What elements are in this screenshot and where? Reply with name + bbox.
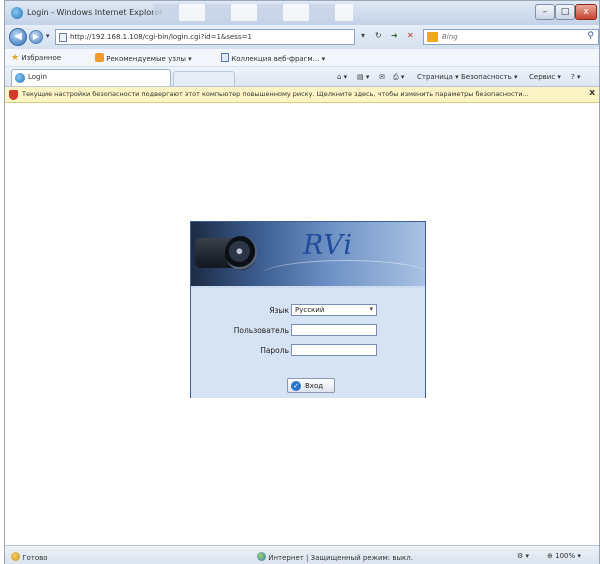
suggested-sites-icon — [95, 53, 104, 62]
browser-window: Login - Windows Internet Explorer – □ x … — [4, 0, 600, 564]
username-field[interactable] — [291, 324, 377, 336]
address-row: ◀ ▶ ▾ ▾ ↻ ➜ ✕ ⚲ — [5, 25, 599, 49]
zoom-chevron-icon: ▾ — [577, 552, 581, 560]
chevron-down-icon: ▾ — [369, 305, 373, 313]
protected-mode-icon[interactable]: ⚙ ▾ — [517, 552, 529, 560]
print-button[interactable]: ⎙ ▾ — [393, 73, 404, 82]
bing-icon — [427, 32, 438, 42]
address-bar — [55, 29, 355, 45]
user-row: Пользователь — [191, 324, 425, 338]
new-tab-button[interactable] — [173, 71, 235, 86]
search-box: ⚲ — [423, 29, 599, 45]
star-icon: ★ — [11, 53, 20, 63]
language-select[interactable]: Русский ▾ — [291, 304, 377, 316]
tab-label: Login — [28, 73, 47, 81]
login-panel: RVi Язык Русский ▾ Пользователь Пароль ✓… — [190, 221, 426, 398]
page-content: RVi Язык Русский ▾ Пользователь Пароль ✓… — [5, 104, 599, 545]
refresh-icon[interactable]: ↻ — [375, 31, 382, 40]
status-text: Готово — [11, 552, 48, 562]
check-icon: ✓ — [291, 381, 301, 391]
user-label: Пользователь — [233, 326, 289, 335]
page-favicon-icon — [15, 73, 25, 83]
feeds-button[interactable]: ▤ ▾ — [357, 73, 369, 81]
suggested-sites-link[interactable]: Рекомендуемые узлы ▾ — [95, 53, 192, 63]
tools-menu[interactable]: Сервис ▾ — [529, 73, 561, 81]
zoom-level: 100% — [555, 552, 576, 560]
info-bar-message[interactable]: Текущие настройки безопасности подвергаю… — [22, 90, 577, 98]
back-button[interactable]: ◀ — [9, 28, 27, 46]
web-slice-icon — [221, 53, 229, 62]
url-input[interactable] — [70, 31, 350, 43]
tab-row: Login ⌂ ▾ ▤ ▾ ✉ ⎙ ▾ Страница ▾ Безопасно… — [5, 67, 599, 87]
globe-icon — [257, 552, 266, 561]
address-dropdown-icon[interactable]: ▾ — [361, 31, 365, 40]
favorites-bar: ★ Избранное Рекомендуемые узлы ▾ Коллекц… — [5, 49, 599, 67]
language-row: Язык Русский ▾ — [191, 304, 425, 318]
forward-button[interactable]: ▶ — [29, 30, 43, 44]
language-selected-value: Русский — [295, 306, 325, 314]
banner-swoosh — [261, 260, 425, 286]
stop-icon[interactable]: ✕ — [407, 31, 414, 40]
maximize-button[interactable]: □ — [555, 4, 575, 20]
history-dropdown-icon[interactable]: ▾ — [46, 32, 50, 40]
search-input[interactable] — [442, 31, 572, 43]
done-icon — [11, 552, 20, 561]
web-slice-gallery-link[interactable]: Коллекция веб-фрагм... ▾ — [221, 53, 325, 63]
page-icon — [59, 33, 67, 42]
title-bar: Login - Windows Internet Explorer – □ x — [5, 1, 599, 25]
go-icon[interactable]: ➜ — [391, 31, 398, 40]
login-banner: RVi — [191, 222, 425, 286]
camera-image — [195, 228, 257, 276]
help-menu[interactable]: ? ▾ — [571, 73, 580, 81]
password-field[interactable] — [291, 344, 377, 356]
login-button[interactable]: ✓ Вход — [287, 378, 335, 393]
home-button[interactable]: ⌂ ▾ — [337, 73, 347, 81]
password-label: Пароль — [260, 346, 289, 355]
favorites-button[interactable]: ★ Избранное — [11, 53, 61, 63]
zoom-control[interactable]: ⊕ 100% ▾ — [547, 552, 581, 560]
security-zone[interactable]: Интернет | Защищенный режим: выкл. — [257, 552, 413, 562]
rvi-logo: RVi — [303, 230, 354, 261]
password-row: Пароль — [191, 344, 425, 358]
status-bar: Готово Интернет | Защищенный режим: выкл… — [5, 545, 599, 564]
search-icon[interactable]: ⚲ — [587, 31, 594, 41]
titlebar-decoration — [153, 4, 353, 21]
tab-login[interactable]: Login — [11, 69, 171, 86]
close-button[interactable]: x — [575, 4, 597, 20]
zoom-icon: ⊕ — [547, 552, 553, 560]
page-menu[interactable]: Страница ▾ — [417, 73, 459, 81]
safety-menu[interactable]: Безопасность ▾ — [461, 73, 517, 81]
mail-button[interactable]: ✉ — [379, 73, 385, 81]
language-label: Язык — [269, 306, 289, 315]
info-bar-close-icon[interactable]: x — [589, 88, 595, 98]
login-form: Язык Русский ▾ Пользователь Пароль ✓ Вхо… — [191, 288, 425, 398]
shield-warning-icon — [9, 90, 18, 100]
login-button-label: Вход — [305, 382, 324, 390]
minimize-button[interactable]: – — [535, 4, 555, 20]
window-title: Login - Windows Internet Explorer — [27, 8, 163, 17]
security-info-bar[interactable]: Текущие настройки безопасности подвергаю… — [5, 87, 599, 103]
ie-logo-icon — [11, 7, 23, 19]
